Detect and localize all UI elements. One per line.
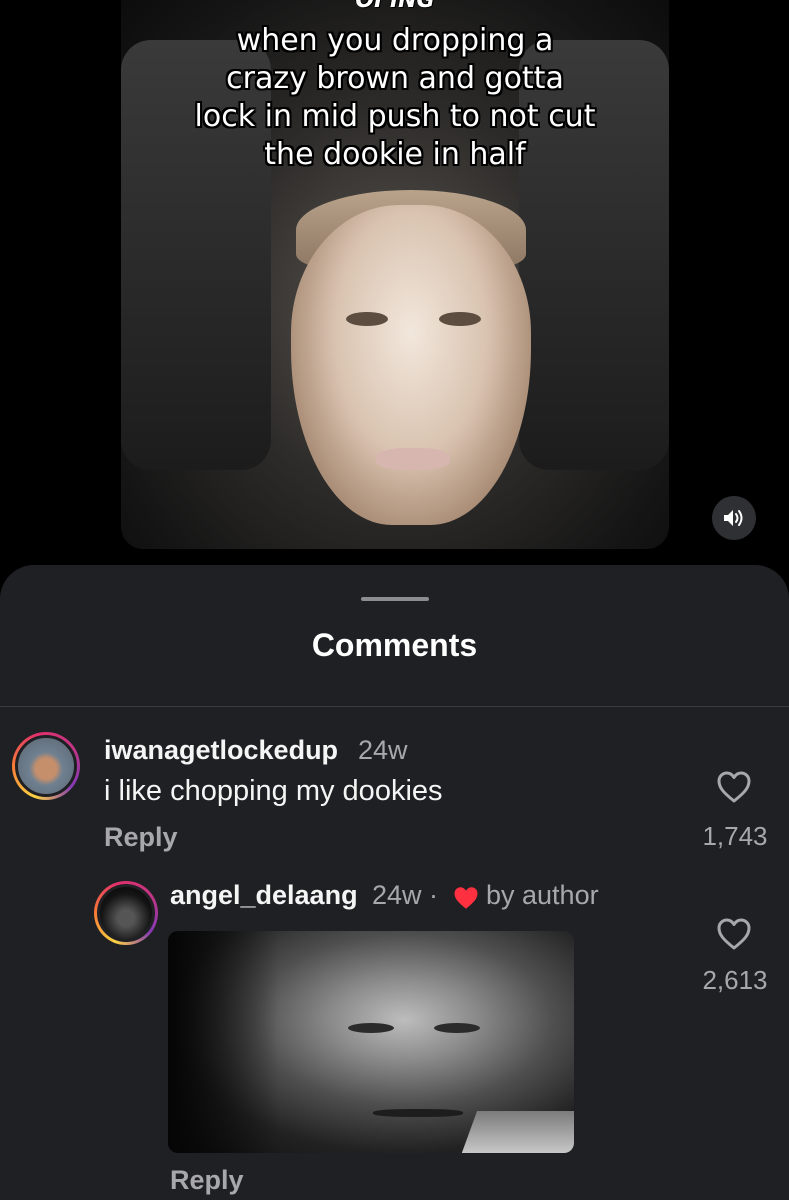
caption-cutoff-text: OI ING xyxy=(355,0,435,13)
title-divider xyxy=(0,706,789,707)
image-shadow xyxy=(168,931,278,1153)
video-caption: when you dropping a crazy brown and gott… xyxy=(194,23,596,172)
avatar-image xyxy=(15,735,77,797)
comment-1-avatar[interactable] xyxy=(12,732,80,800)
comments-sheet: Comments iwanagetlockedup 24w i like cho… xyxy=(0,565,789,1200)
comment-1-reply-button[interactable]: Reply xyxy=(104,822,178,853)
comment-2-like-count: 2,613 xyxy=(702,965,768,995)
reel-video[interactable]: OI ING when you dropping a crazy brown a… xyxy=(121,0,669,549)
comment-1-text: i like chopping my dookies xyxy=(104,775,443,807)
comment-2-image[interactable] xyxy=(168,931,574,1153)
video-eye-left xyxy=(346,312,388,326)
comment-1-username[interactable]: iwanagetlockedup xyxy=(104,735,338,766)
video-lips xyxy=(376,448,450,470)
heart-outline-icon[interactable] xyxy=(716,770,752,804)
comment-2-reply-button[interactable]: Reply xyxy=(170,1165,244,1196)
image-eye-left xyxy=(348,1023,394,1033)
comment-1-like-count: 1,743 xyxy=(702,821,768,851)
comment-1-age: 24w xyxy=(358,735,408,765)
video-eye-right xyxy=(439,312,481,326)
video-face xyxy=(291,205,531,525)
reel-screen: OI ING when you dropping a crazy brown a… xyxy=(0,0,789,1200)
comment-2-username[interactable]: angel_delaang xyxy=(170,880,358,911)
heart-filled-icon xyxy=(454,887,478,909)
image-collar xyxy=(458,1111,574,1153)
comment-2-avatar[interactable] xyxy=(94,881,158,945)
comment-2-age: 24w · xyxy=(372,880,439,910)
image-eye-right xyxy=(434,1023,480,1033)
comment-2-author-badge: by author xyxy=(486,880,599,910)
sheet-drag-handle[interactable] xyxy=(361,597,429,601)
heart-outline-icon[interactable] xyxy=(716,917,752,951)
sound-toggle-button[interactable] xyxy=(712,496,756,540)
speaker-unmuted-icon xyxy=(724,510,743,526)
comments-title: Comments xyxy=(311,627,478,663)
image-mouth xyxy=(373,1109,463,1117)
avatar-image xyxy=(97,884,155,942)
